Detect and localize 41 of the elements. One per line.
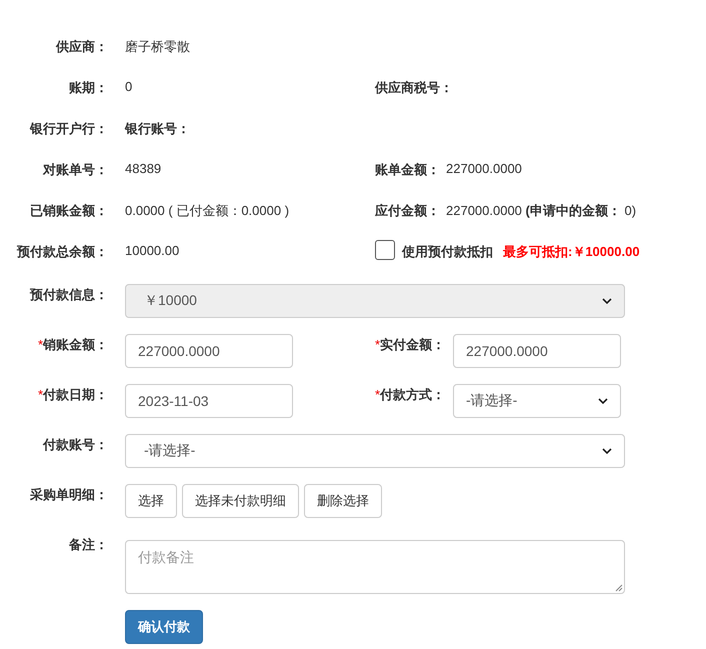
action-button[interactable]: 选择 [125,484,177,518]
chevron-down-icon [598,398,608,404]
field-label: 采购单明细： [29,486,108,504]
action-button[interactable]: 选择未付款明细 [182,484,299,518]
field-label: *销账金额： [36,336,108,354]
field-label: 应付金额： [375,202,440,220]
field-label: *实付金额： [375,336,446,354]
field-value: 48389 [125,161,162,178]
confirm-payment-button[interactable]: 确认付款 [125,610,203,644]
field-label: 账期： [68,79,108,97]
select-field[interactable]: -请选择- [453,384,621,418]
field-label: 供应商： [54,38,108,56]
field-label: 付款账号： [42,436,108,454]
field-label: 备注： [68,536,108,554]
action-button[interactable]: 删除选择 [304,484,382,518]
field-label: 预付款信息： [28,286,108,304]
field-value: 227000.0000 (申请中的金额： 0) [446,202,636,220]
field-value: 10000.00 [125,243,180,260]
field-value: 227000.0000 [446,161,522,176]
field-label: *付款日期： [36,386,108,404]
field-label: *付款方式： [375,386,446,404]
checkbox[interactable] [375,240,395,260]
checkbox-label: 使用预付款抵扣 [402,243,493,261]
field-label: 银行账号： [125,120,190,138]
deduct-limit-text: 最多可抵扣:￥10000.00 [503,243,640,261]
field-value: 0.0000 ( 已付金额：0.0000 ) [125,202,290,220]
field-value: 0 [125,79,132,96]
input-field[interactable]: 227000.0000 [453,334,621,368]
field-label: 已销账金额： [29,202,108,220]
chevron-down-icon [602,298,612,304]
field-label: 对账单号： [42,161,108,179]
input-field[interactable]: 227000.0000 [125,334,293,368]
select-field[interactable]: -请选择- [125,434,625,468]
field-value: 磨子桥零散 [125,38,190,56]
field-label: 供应商税号： [375,79,453,97]
field-label: 银行开户行： [28,120,108,138]
input-field[interactable]: 2023-11-03 [125,384,293,418]
chevron-down-icon [602,448,612,454]
field-label: 预付款总余额： [16,243,108,261]
field-label: 账单金额： [375,161,440,179]
resize-grip-icon[interactable] [615,584,623,592]
